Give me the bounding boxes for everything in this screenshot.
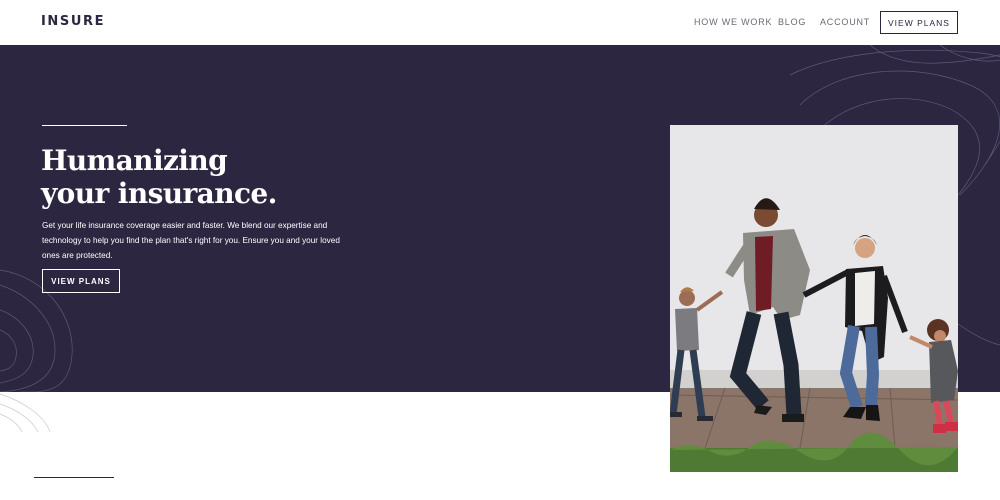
site-logo[interactable]: INSURE (41, 14, 105, 29)
nav-link-how-we-work[interactable]: HOW WE WORK (694, 17, 772, 27)
site-header: INSURE HOW WE WORK BLOG ACCOUNT VIEW PLA… (0, 0, 1000, 45)
header-view-plans-button[interactable]: VIEW PLANS (880, 11, 958, 34)
hero-title-line-2: your insurance. (41, 177, 277, 210)
hero-description: Get your life insurance coverage easier … (42, 221, 340, 260)
nav-link-blog[interactable]: BLOG (778, 17, 806, 27)
hero-title-line-1: Humanizing (41, 144, 228, 177)
hero-title: Humanizing your insurance. (41, 144, 361, 210)
family-illustration (670, 125, 958, 472)
bottom-topographic-pattern-icon (0, 393, 51, 433)
hero-view-plans-button[interactable]: VIEW PLANS (42, 269, 120, 293)
nav-link-account[interactable]: ACCOUNT (820, 17, 870, 27)
family-photo (670, 125, 958, 472)
hero-divider (42, 125, 127, 126)
section-divider (34, 477, 114, 478)
